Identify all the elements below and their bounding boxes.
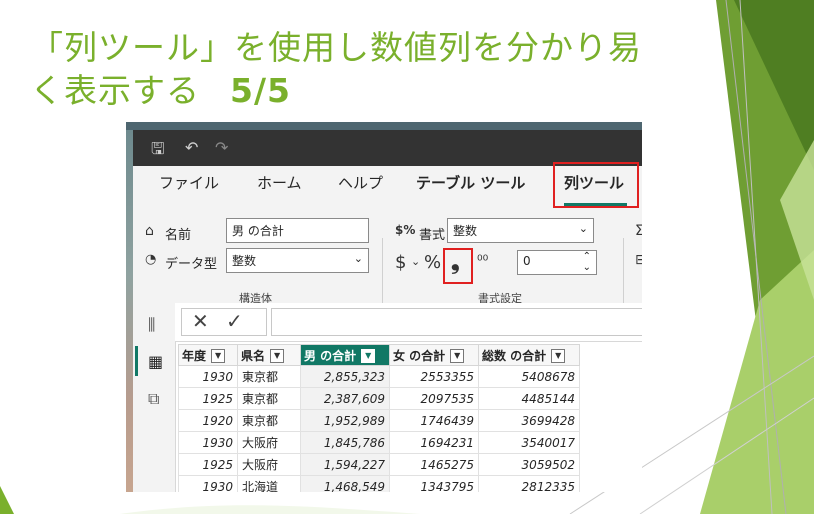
model-view-icon[interactable]: ⧉ — [148, 389, 159, 409]
cell-prefecture[interactable]: 東京都 — [237, 365, 301, 388]
cell-male-total[interactable]: 1,594,227 — [300, 453, 390, 476]
cell-male-total[interactable]: 1,952,989 — [300, 409, 390, 432]
chevron-down-icon: ⌄ — [578, 222, 588, 235]
table-row: 1925 大阪府 1,594,227 1465275 3059502 — [178, 453, 580, 476]
cell-male-total[interactable]: 1,468,549 — [300, 475, 390, 492]
title-bar: 🖫 ↶ ↷ — [133, 130, 642, 166]
cell-grand-total[interactable]: 3699428 — [478, 409, 580, 432]
currency-button[interactable]: $ — [395, 252, 406, 273]
save-icon[interactable]: 🖫 — [151, 138, 165, 165]
cell-prefecture[interactable]: 東京都 — [237, 387, 301, 410]
formula-bar: ✕ ✓ — [175, 303, 642, 342]
percent-button[interactable]: % — [424, 252, 441, 273]
decimals-icon: ⁰⁰ — [477, 253, 489, 269]
highlight-column-tools-tab — [553, 162, 639, 208]
cell-female-total[interactable]: 1343795 — [389, 475, 479, 492]
filter-dropdown-icon[interactable]: ▼ — [551, 349, 566, 363]
formula-buttons: ✕ ✓ — [181, 308, 267, 336]
slide-title: 「列ツール」を使用し数値列を分かり易 く表示する 5/5 — [30, 26, 720, 112]
tab-help[interactable]: ヘルプ — [338, 172, 383, 193]
cell-male-total[interactable]: 2,387,609 — [300, 387, 390, 410]
tab-home[interactable]: ホーム — [257, 172, 302, 193]
filter-dropdown-icon[interactable]: ▼ — [361, 349, 376, 363]
cell-female-total[interactable]: 1746439 — [389, 409, 479, 432]
format-label: 書式 — [419, 228, 446, 243]
cell-prefecture[interactable]: 北海道 — [237, 475, 301, 492]
comma-style-button[interactable]: ❟ — [451, 250, 460, 275]
cell-year[interactable]: 1930 — [178, 431, 238, 454]
cell-grand-total[interactable]: 3059502 — [478, 453, 580, 476]
format-value: 整数 — [453, 224, 478, 238]
cell-year[interactable]: 1925 — [178, 387, 238, 410]
column-header-grand-total[interactable]: 総数 の合計 ▼ — [478, 344, 580, 366]
cell-female-total[interactable]: 1694231 — [389, 431, 479, 454]
table-row: 1920 東京都 1,952,989 1746439 3699428 — [178, 409, 580, 432]
table-row: 1930 大阪府 1,845,786 1694231 3540017 — [178, 431, 580, 454]
cell-female-total[interactable]: 2553355 — [389, 365, 479, 388]
cell-grand-total[interactable]: 2812335 — [478, 475, 580, 492]
column-header-male-total[interactable]: 男 の合計 ▼ — [300, 344, 390, 366]
window-top-edge — [126, 122, 642, 130]
cell-year[interactable]: 1930 — [178, 365, 238, 388]
tab-file[interactable]: ファイル — [159, 172, 219, 193]
ribbon: ファイル ホーム ヘルプ テーブル ツール 列ツール ⌂ 名前 男 の合計 ◔ … — [133, 162, 642, 342]
cancel-icon[interactable]: ✕ — [192, 309, 209, 333]
undo-icon[interactable]: ↶ — [185, 138, 198, 157]
cell-female-total[interactable]: 1465275 — [389, 453, 479, 476]
chevron-down-icon: ⌄ — [353, 252, 363, 265]
active-view-indicator — [135, 346, 138, 376]
background-strip — [126, 130, 133, 492]
filter-dropdown-icon[interactable]: ▼ — [270, 349, 285, 363]
format-icon: $% — [395, 223, 416, 237]
page-indicator: 5/5 — [230, 71, 291, 110]
cell-grand-total[interactable]: 3540017 — [478, 431, 580, 454]
datatype-value: 整数 — [232, 254, 257, 268]
filter-dropdown-icon[interactable]: ▼ — [211, 349, 226, 363]
name-label: 名前 — [165, 228, 192, 243]
table-row: 1925 東京都 2,387,609 2097535 4485144 — [178, 387, 580, 410]
datatype-icon: ◔ — [145, 252, 157, 267]
column-header-year[interactable]: 年度 ▼ — [178, 344, 238, 366]
cell-year[interactable]: 1920 — [178, 409, 238, 432]
cell-prefecture[interactable]: 大阪府 — [237, 453, 301, 476]
format-select[interactable]: 整数 ⌄ — [447, 218, 594, 243]
tab-table-tools[interactable]: テーブル ツール — [416, 172, 525, 193]
cell-grand-total[interactable]: 4485144 — [478, 387, 580, 410]
cell-year[interactable]: 1925 — [178, 453, 238, 476]
datatype-select[interactable]: 整数 ⌄ — [226, 248, 369, 273]
formula-input[interactable] — [271, 308, 642, 336]
sort-icon[interactable]: Σ — [635, 223, 642, 239]
report-view-icon[interactable]: ⫼ — [148, 315, 155, 335]
cell-male-total[interactable]: 2,855,323 — [300, 365, 390, 388]
cell-female-total[interactable]: 2097535 — [389, 387, 479, 410]
powerbi-screenshot: 🖫 ↶ ↷ ファイル ホーム ヘルプ テーブル ツール 列ツール ⌂ 名前 男 … — [126, 122, 642, 492]
cell-male-total[interactable]: 1,845,786 — [300, 431, 390, 454]
slide-title-line2: く表示する — [30, 71, 200, 110]
left-view-nav: ⫼ ▦ ⧉ — [133, 303, 176, 492]
cell-prefecture[interactable]: 東京都 — [237, 409, 301, 432]
confirm-icon[interactable]: ✓ — [226, 309, 243, 333]
column-header-prefecture[interactable]: 県名 ▼ — [237, 344, 301, 366]
name-input[interactable]: 男 の合計 — [226, 218, 369, 243]
table-row: 1930 北海道 1,468,549 1343795 2812335 — [178, 475, 580, 492]
chevron-down-icon[interactable]: ⌄ — [411, 255, 420, 268]
cell-year[interactable]: 1930 — [178, 475, 238, 492]
data-table: 年度 ▼ 県名 ▼ 男 の合計 ▼ 女 の合計 ▼ 総数 の合計 ▼ 1930 東京都 2… — [178, 344, 580, 492]
cell-grand-total[interactable]: 5408678 — [478, 365, 580, 388]
tag-icon: ⌂ — [145, 223, 154, 239]
filter-dropdown-icon[interactable]: ▼ — [450, 349, 465, 363]
table-row: 1930 東京都 2,855,323 2553355 5408678 — [178, 365, 580, 388]
spinner-icon[interactable]: ⌃ ⌄ — [583, 251, 591, 273]
category-icon[interactable]: ⊟ — [635, 252, 642, 268]
datatype-label: データ型 — [165, 257, 218, 272]
decimal-places-value: 0 — [523, 254, 531, 268]
decimal-places-input[interactable]: 0 ⌃ ⌄ — [517, 250, 597, 275]
redo-icon[interactable]: ↷ — [215, 138, 228, 157]
cell-prefecture[interactable]: 大阪府 — [237, 431, 301, 454]
slide-title-line1: 「列ツール」を使用し数値列を分かり易 — [30, 28, 642, 67]
column-header-female-total[interactable]: 女 の合計 ▼ — [389, 344, 479, 366]
data-view-icon[interactable]: ▦ — [148, 352, 163, 371]
